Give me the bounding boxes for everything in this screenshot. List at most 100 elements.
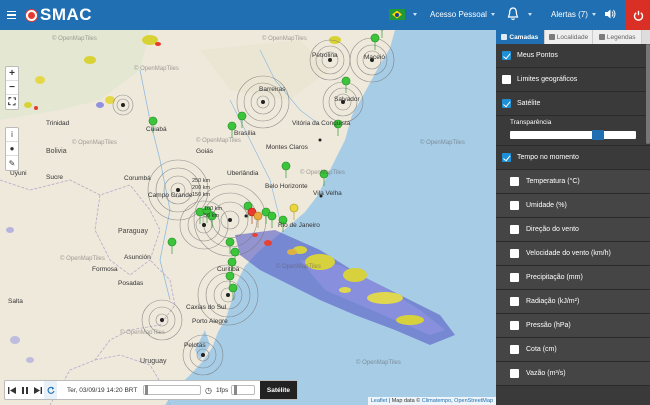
layer-limites-geograficos[interactable]: Limites geográficos [496,68,650,92]
map-view[interactable]: © OpenMapTiles © OpenMapTiles © OpenMapT… [0,30,496,405]
chevron-down-icon[interactable] [413,13,417,16]
skip-forward-icon [33,386,42,394]
acesso-pessoal-dropdown[interactable]: Acesso Pessoal [430,10,495,19]
alertas-dropdown[interactable]: Alertas (7) [551,10,596,19]
skip-back-button[interactable] [5,381,18,399]
climatempo-link[interactable]: Climatempo [422,398,451,404]
location-icon [548,34,555,40]
layer-satelite[interactable]: Satélite [496,92,650,116]
tab-camadas[interactable]: Camadas [496,30,545,44]
tab-localidade[interactable]: Localidade [545,30,594,44]
tab-legendas[interactable]: Legendas [593,30,643,44]
checkbox[interactable] [510,249,519,258]
sublayer-label: Temperatura (°C) [526,178,580,185]
power-icon [633,10,643,21]
edit-icon[interactable]: ✎ [6,156,18,170]
map-city-label: Formosa [92,266,118,273]
osm-link[interactable]: OpenStreetMap [454,398,493,404]
map-watermark: © OpenMapTiles [420,140,465,146]
info-icon[interactable]: i [6,128,18,142]
marker-icon[interactable]: ● [6,142,18,156]
checkbox[interactable] [510,273,519,282]
sublayer-label: Radiação (kJ/m²) [526,298,580,305]
zoom-out-button[interactable]: − [6,81,18,95]
map-city-label: Petrolina [312,52,338,59]
map-watermark: © OpenMapTiles [72,140,117,146]
checkbox[interactable] [510,369,519,378]
tab-label: Camadas [509,33,539,41]
map-city-label: Goiás [196,148,213,155]
clock-icon: ◷ [205,385,212,395]
sublayer-direcao-vento[interactable]: Direção do vento [496,218,650,242]
satellite-layer-button[interactable]: Satélite [259,381,297,399]
sublayer-label: Direção do vento [526,226,579,233]
map-city-label: Porto Alegre [192,318,228,325]
map-watermark: © OpenMapTiles [196,138,241,144]
layer-group-tempo-no-momento[interactable]: Tempo no momento [496,146,650,170]
map-city-label: Posadas [118,280,144,287]
sublayer-vazao[interactable]: Vazão (m³/s) [496,362,650,386]
loop-button[interactable] [44,381,57,399]
sublayer-temperatura[interactable]: Temperatura (°C) [496,170,650,194]
layer-meus-pontos[interactable]: Meus Pontos [496,44,650,68]
checkbox[interactable] [510,321,519,330]
sublayer-umidade[interactable]: Umidade (%) [496,194,650,218]
speed-slider-handle[interactable] [234,385,238,395]
time-slider[interactable] [143,385,201,395]
map-city-label: Trinidad [46,120,70,127]
map-city-label: Asunción [124,254,151,261]
logout-button[interactable] [626,0,650,30]
map-attribution: Leaflet | Map data © Climatempo, OpenStr… [367,397,496,405]
transparency-slider[interactable] [510,130,636,140]
checkbox[interactable] [510,177,519,186]
legend-icon [598,34,605,40]
map-city-label: Vitória da Conquista [292,120,351,127]
chevron-down-icon[interactable] [528,13,532,16]
fullscreen-icon[interactable]: ⛶ [6,95,18,109]
leaflet-link[interactable]: Leaflet [371,398,388,404]
app-logo[interactable]: SMAC [26,5,92,25]
map-watermark: © OpenMapTiles [300,170,345,176]
sublayer-label: Cota (cm) [526,346,557,353]
bell-icon[interactable] [507,7,519,21]
brazil-flag-icon[interactable] [389,9,405,20]
volume-icon[interactable] [604,8,616,20]
map-city-label: Uyuni [10,170,27,177]
current-datetime: Ter, 03/09/19 14:20 BRT [67,386,138,394]
checkbox[interactable] [502,51,511,60]
acesso-pessoal-label: Acesso Pessoal [430,10,487,19]
skip-forward-button[interactable] [31,381,44,399]
sublayer-label: Precipitação (mm) [526,274,583,281]
checkbox[interactable] [510,225,519,234]
layers-panel: Camadas Localidade Legendas Meus Pontos … [496,30,650,405]
tab-label: Legendas [606,33,636,41]
panel-collapse-icon[interactable] [642,30,650,44]
speed-slider[interactable] [231,385,256,395]
panel-tabs: Camadas Localidade Legendas [496,30,650,44]
map-watermark: © OpenMapTiles [134,66,179,72]
map-watermark: © OpenMapTiles [52,36,97,42]
checkbox[interactable] [510,201,519,210]
pause-icon [21,386,28,394]
checkbox[interactable] [502,75,511,84]
map-city-label: Salvador [334,96,360,103]
sublayer-cota[interactable]: Cota (cm) [496,338,650,362]
transparency-slider-handle[interactable] [592,130,605,140]
map-watermark: © OpenMapTiles [262,36,307,42]
panel-scrollbar[interactable] [646,44,650,144]
checkbox[interactable] [502,99,511,108]
sublayer-precipitacao[interactable]: Precipitação (mm) [496,266,650,290]
hamburger-menu-icon[interactable] [0,0,22,30]
sublayer-radiacao[interactable]: Radiação (kJ/m²) [496,290,650,314]
checkbox[interactable] [510,297,519,306]
map-watermark: © OpenMapTiles [276,264,321,270]
zoom-in-button[interactable]: + [6,67,18,81]
checkbox[interactable] [502,153,511,162]
radar-ring-label: 200 km [192,185,211,191]
sublayer-pressao[interactable]: Pressão (hPa) [496,314,650,338]
time-slider-handle[interactable] [145,385,148,395]
tab-label: Localidade [556,33,589,41]
checkbox[interactable] [510,345,519,354]
sublayer-velocidade-vento[interactable]: Velocidade do vento (km/h) [496,242,650,266]
pause-button[interactable] [18,381,31,399]
